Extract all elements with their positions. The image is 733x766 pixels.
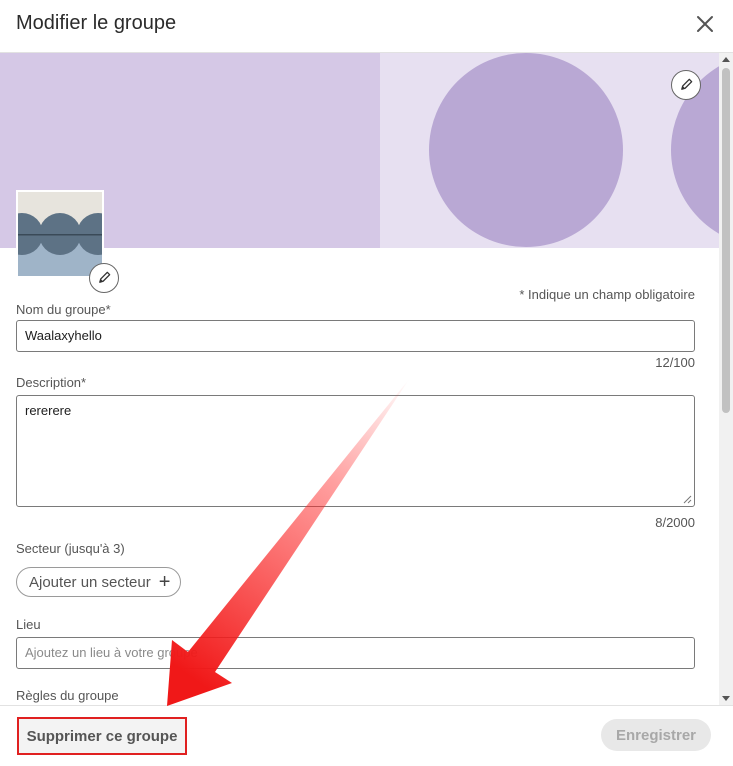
save-button[interactable]: Enregistrer bbox=[601, 719, 711, 751]
sector-label: Secteur (jusqu'à 3) bbox=[16, 541, 125, 556]
add-sector-label: Ajouter un secteur bbox=[29, 573, 151, 591]
dialog-title: Modifier le groupe bbox=[16, 12, 177, 34]
dialog-body: * Indique un champ obligatoire Nom du gr… bbox=[0, 53, 719, 705]
edit-group-dialog: Modifier le groupe * Indique un champ ob… bbox=[0, 0, 733, 766]
dialog-footer: Supprimer ce groupe Enregistrer bbox=[0, 705, 733, 766]
scroll-down-arrow-icon[interactable] bbox=[722, 696, 730, 701]
close-button[interactable] bbox=[693, 12, 717, 36]
group-logo-image bbox=[18, 192, 102, 276]
plus-icon: + bbox=[158, 571, 171, 593]
banner-circle bbox=[429, 53, 623, 247]
edit-logo-button[interactable] bbox=[89, 263, 119, 293]
description-counter: 8/2000 bbox=[655, 515, 695, 530]
description-textarea[interactable]: rererere bbox=[16, 395, 695, 507]
required-field-note: * Indique un champ obligatoire bbox=[519, 287, 695, 302]
group-name-value: Waalaxyhello bbox=[25, 328, 102, 343]
pencil-icon bbox=[99, 271, 111, 283]
close-icon bbox=[697, 16, 713, 32]
location-placeholder: Ajoutez un lieu à votre groupe bbox=[25, 645, 198, 660]
resize-grip-icon[interactable] bbox=[683, 495, 692, 504]
scroll-up-arrow-icon[interactable] bbox=[722, 57, 730, 62]
pencil-icon bbox=[681, 78, 693, 90]
add-sector-button[interactable]: Ajouter un secteur + bbox=[16, 567, 182, 597]
group-name-label: Nom du groupe* bbox=[16, 302, 111, 317]
group-name-counter: 12/100 bbox=[655, 355, 695, 370]
group-name-input[interactable]: Waalaxyhello bbox=[16, 320, 695, 352]
rules-label: Règles du groupe bbox=[16, 688, 119, 703]
location-label: Lieu bbox=[16, 617, 41, 632]
scroll-thumb[interactable] bbox=[722, 68, 730, 413]
edit-banner-button[interactable] bbox=[671, 70, 701, 100]
cover-banner bbox=[0, 53, 719, 248]
dialog-header: Modifier le groupe bbox=[0, 0, 733, 53]
delete-group-button[interactable]: Supprimer ce groupe bbox=[17, 717, 187, 755]
description-value: rererere bbox=[25, 403, 72, 418]
description-label: Description* bbox=[16, 375, 87, 390]
scrollbar[interactable] bbox=[719, 53, 733, 705]
group-logo bbox=[16, 190, 104, 278]
location-input[interactable]: Ajoutez un lieu à votre groupe bbox=[16, 637, 695, 669]
